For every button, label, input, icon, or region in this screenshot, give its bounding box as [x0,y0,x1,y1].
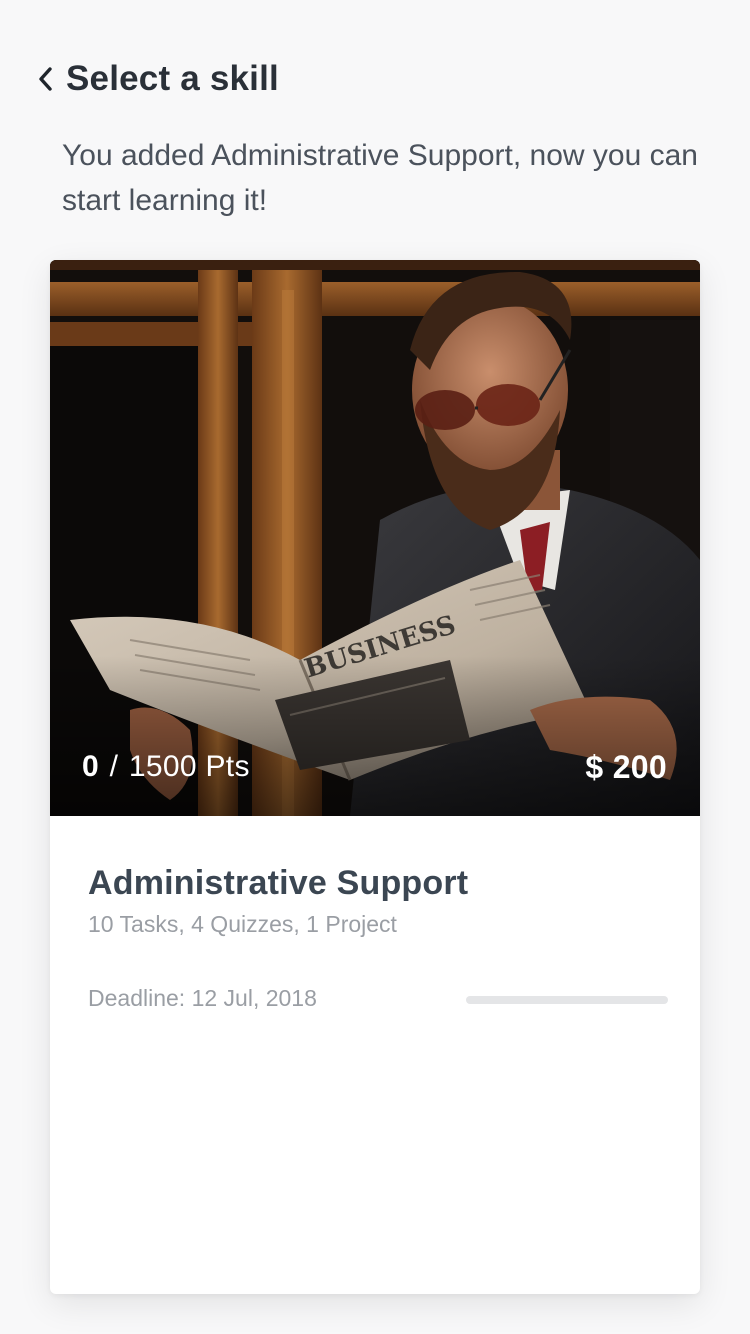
points-current: 0 [82,750,99,783]
skill-price: $ 200 [585,749,667,785]
chevron-left-icon [39,67,52,91]
points-separator: / [109,750,119,783]
skill-meta: 10 Tasks, 4 Quizzes, 1 Project [88,911,397,937]
skill-cover-image: BUSINESS 0 / 1500 Pts $ 200 [50,260,700,816]
page-subtitle: You added Administrative Support, now yo… [62,139,698,217]
points-progress: 0 / 1500 Pts [82,750,250,784]
points-total: 1500 Pts [128,750,250,783]
skill-deadline: Deadline: 12 Jul, 2018 [88,985,317,1011]
skill-name: Administrative Support [88,864,469,902]
back-button[interactable] [34,64,56,94]
skill-card[interactable]: BUSINESS 0 / 1500 Pts $ 200 Administrati… [50,260,700,1294]
header: Select a skill [34,56,279,102]
page-title: Select a skill [66,59,279,98]
cover-image-gradient [50,656,700,816]
skill-progress-bar [466,996,668,1004]
